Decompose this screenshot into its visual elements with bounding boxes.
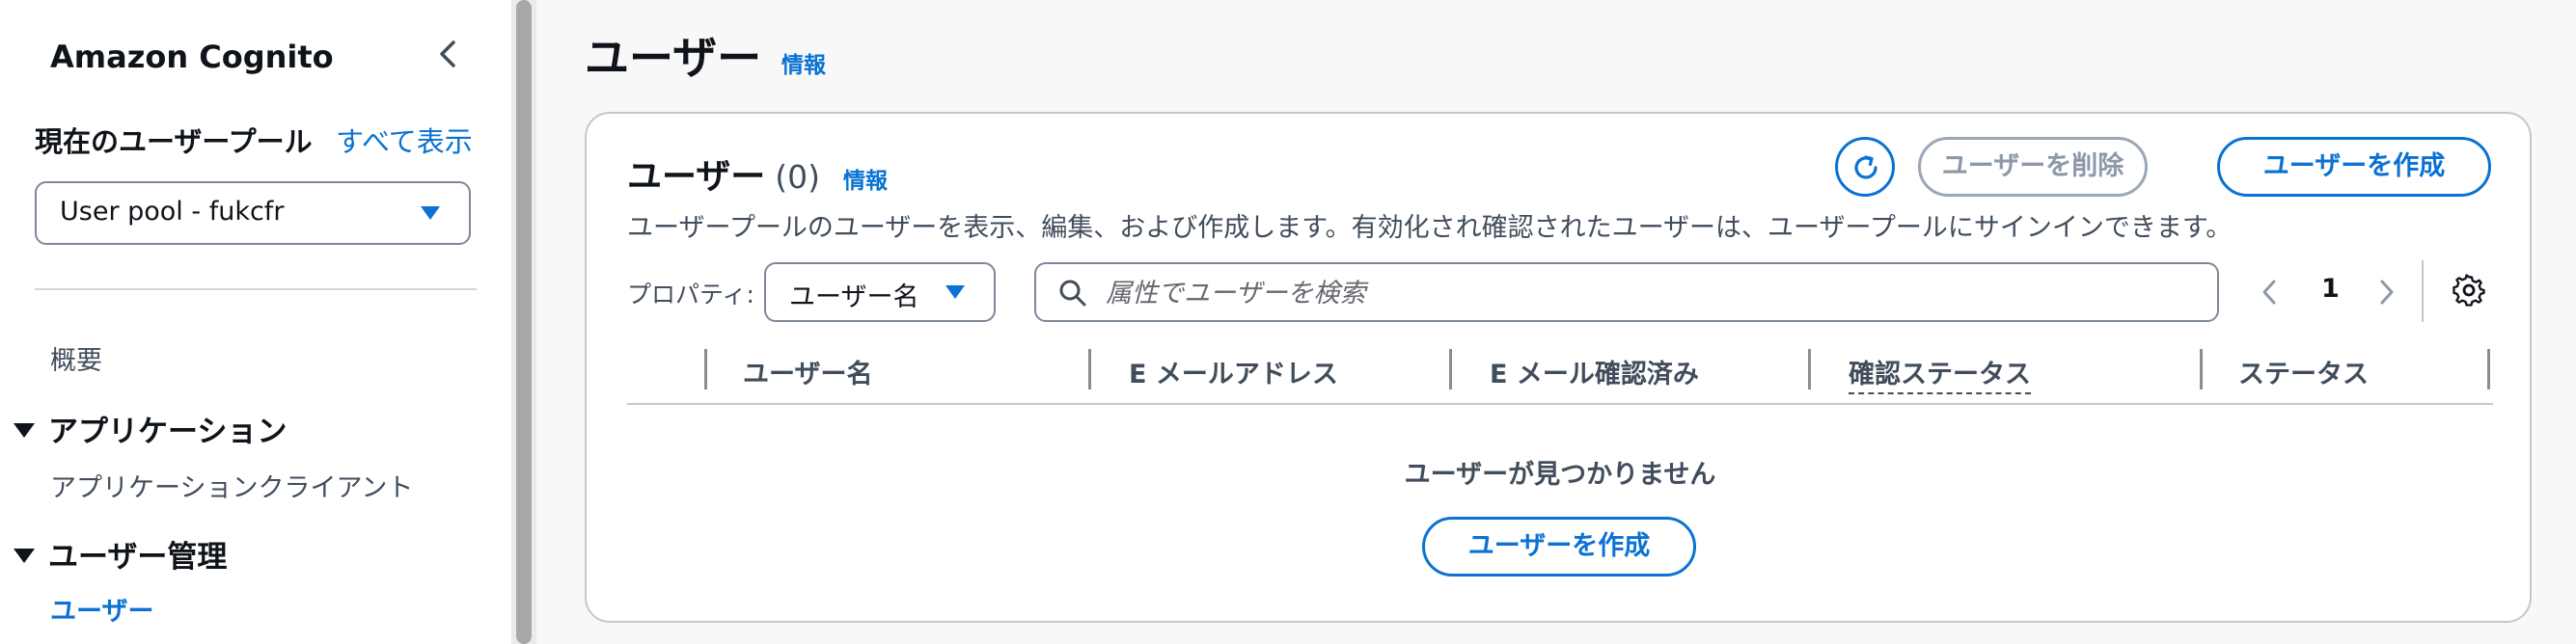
delete-user-button[interactable]: ユーザーを削除	[1918, 137, 2148, 197]
card-title-text: ユーザー	[627, 157, 766, 197]
column-separator[interactable]	[1449, 349, 1452, 389]
refresh-button[interactable]	[1835, 137, 1895, 197]
user-search[interactable]	[1034, 262, 2219, 322]
scrollbar-thumb[interactable]	[516, 0, 532, 644]
current-user-pool-label: 現在のユーザープール	[35, 125, 313, 158]
user-pool-select-value: User pool - fukcfr	[60, 197, 285, 227]
empty-state-text: ユーザーが見つかりません	[1404, 460, 1716, 490]
page-number[interactable]: 1	[2321, 274, 2340, 304]
column-header-email[interactable]: E メールアドレス	[1129, 353, 1338, 390]
sidebar-item-overview[interactable]: 概要	[50, 339, 102, 377]
column-header-status[interactable]: ステータス	[2238, 353, 2369, 390]
chevron-left-icon[interactable]	[2260, 278, 2279, 307]
sidebar-section-label: ユーザー管理	[48, 540, 228, 575]
property-select-value: ユーザー名	[789, 282, 919, 312]
column-separator[interactable]	[704, 349, 707, 389]
collapse-sidebar-button[interactable]	[432, 35, 465, 73]
caret-down-icon	[14, 549, 35, 563]
column-separator[interactable]	[1808, 349, 1811, 389]
card-info-link[interactable]: 情報	[843, 162, 888, 195]
card-title: ユーザー (0)	[627, 148, 820, 199]
create-user-button[interactable]: ユーザーを作成	[2217, 137, 2491, 197]
sidebar-item-users[interactable]: ユーザー	[50, 590, 153, 628]
caret-down-icon	[421, 206, 440, 220]
pagination-divider	[2422, 260, 2424, 322]
sidebar-item-app-clients[interactable]: アプリケーションクライアント	[50, 467, 413, 504]
column-separator[interactable]	[2487, 349, 2490, 389]
empty-create-user-button[interactable]: ユーザーを作成	[1422, 517, 1696, 577]
user-pool-select[interactable]: User pool - fukcfr	[35, 181, 471, 245]
sidebar-section-label: アプリケーション	[48, 415, 288, 449]
caret-down-icon	[14, 423, 35, 438]
gear-icon[interactable]	[2453, 274, 2485, 307]
chevron-right-icon[interactable]	[2377, 278, 2397, 307]
users-card: ユーザー (0) 情報 ユーザープールのユーザーを表示、編集、および作成します。有…	[585, 112, 2532, 623]
caret-down-icon	[945, 285, 965, 299]
column-separator[interactable]	[1088, 349, 1091, 389]
sidebar: Amazon Cognito 現在のユーザープール すべて表示 User poo…	[0, 0, 511, 644]
sidebar-title: Amazon Cognito	[50, 39, 334, 75]
property-select[interactable]: ユーザー名	[764, 262, 996, 322]
refresh-icon	[1854, 155, 1877, 179]
chevron-left-icon	[440, 40, 455, 67]
table-header-row: ユーザー名 E メールアドレス E メール確認済み 確認ステータス ステータス	[627, 339, 2493, 405]
column-header-confirmation-status[interactable]: 確認ステータス	[1849, 353, 2031, 394]
search-input[interactable]	[1104, 272, 2188, 314]
column-separator[interactable]	[2200, 349, 2203, 389]
search-icon	[1059, 280, 1086, 307]
page-info-link[interactable]: 情報	[781, 46, 826, 79]
column-header-username[interactable]: ユーザー名	[743, 353, 872, 390]
property-label: プロパティ:	[627, 281, 754, 309]
page-title: ユーザー	[585, 32, 762, 84]
view-all-link[interactable]: すべて表示	[336, 120, 473, 160]
column-header-email-verified[interactable]: E メール確認済み	[1490, 353, 1699, 390]
sidebar-section-applications[interactable]: アプリケーション	[14, 407, 287, 450]
sidebar-divider	[35, 288, 477, 290]
card-description: ユーザープールのユーザーを表示、編集、および作成します。有効化され確認されたユー…	[627, 213, 2233, 243]
user-count: (0)	[775, 158, 821, 196]
sidebar-section-user-management[interactable]: ユーザー管理	[14, 532, 227, 576]
